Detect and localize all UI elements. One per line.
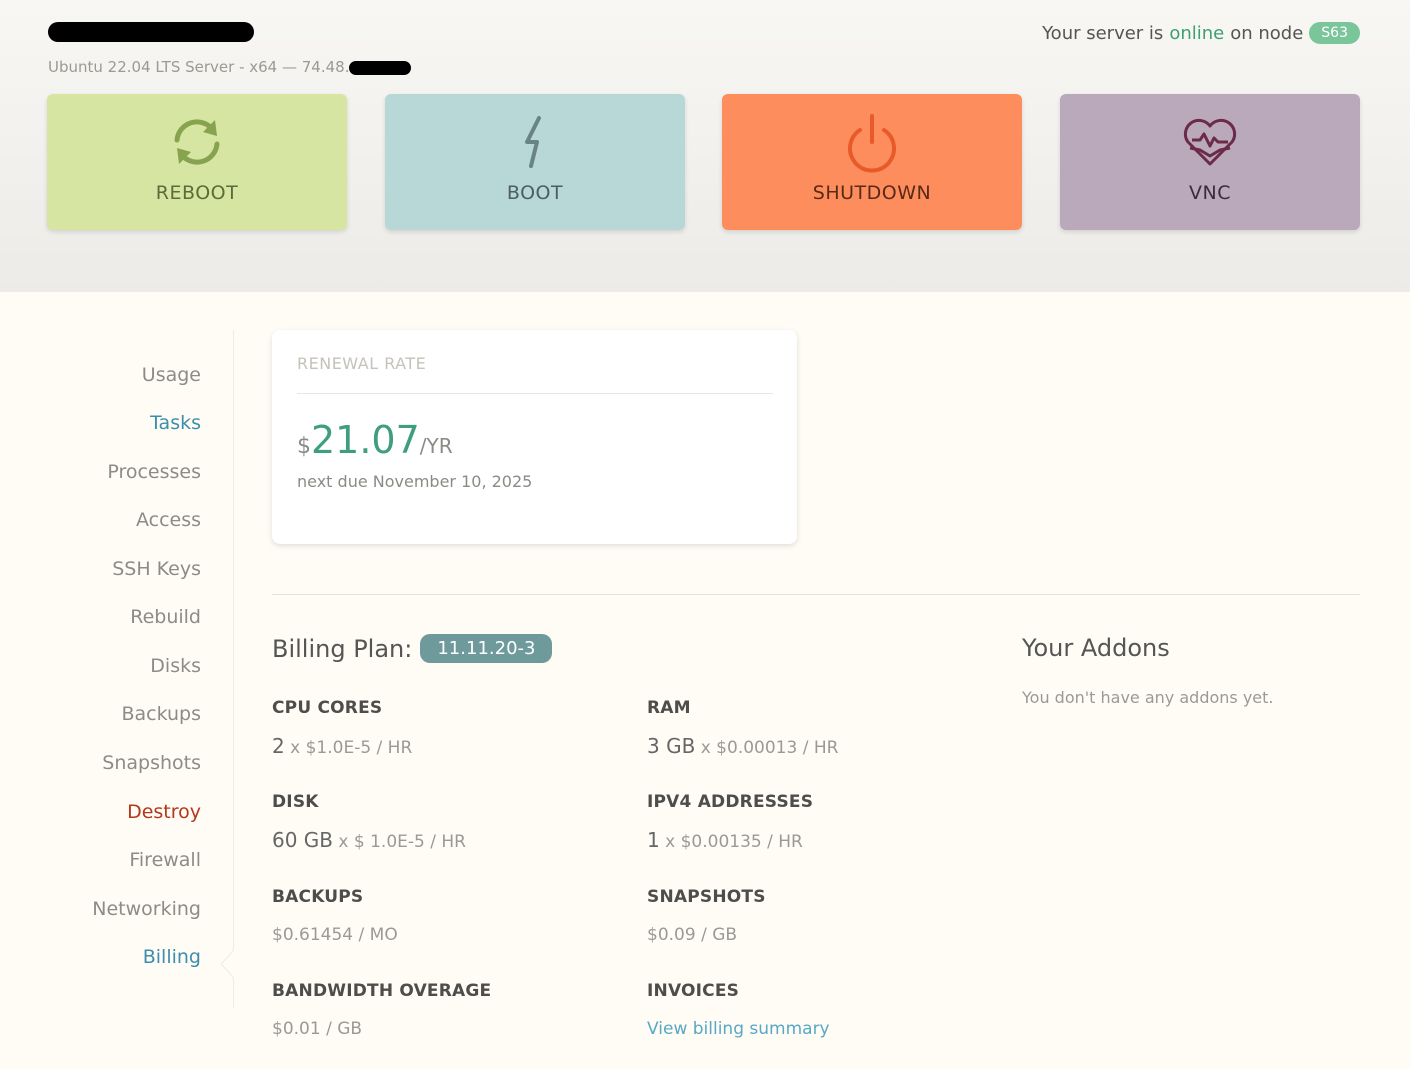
ram-rate: x $0.00013 / HR <box>695 738 839 758</box>
renewal-divider <box>297 393 773 394</box>
power-icon <box>840 110 904 174</box>
status-prefix: Your server is <box>1042 22 1164 44</box>
sidebar-item-access[interactable]: Access <box>136 509 201 531</box>
sidebar-item-billing[interactable]: Billing <box>143 946 201 968</box>
sidebar-item-processes[interactable]: Processes <box>107 461 201 483</box>
ipv4-qty: 1 <box>647 828 660 852</box>
server-status: Your server is online on node S63 <box>1042 22 1360 44</box>
renewal-next-due: next due November 10, 2025 <box>297 472 533 491</box>
cpu-cores-label: CPU CORES <box>272 698 383 718</box>
vnc-label: VNC <box>1189 182 1231 204</box>
sidebar-item-disks[interactable]: Disks <box>150 655 201 677</box>
vnc-button[interactable]: VNC <box>1060 94 1360 230</box>
ipv4-value: 1 x $0.00135 / HR <box>647 828 803 852</box>
server-hostname <box>48 18 258 46</box>
active-caret-icon <box>220 950 234 978</box>
invoices-label: INVOICES <box>647 981 740 1001</box>
server-header: Ubuntu 22.04 LTS Server - x64 — 74.48. Y… <box>0 0 1410 292</box>
sidebar-item-ssh-keys[interactable]: SSH Keys <box>112 558 201 580</box>
ram-qty: 3 GB <box>647 734 696 758</box>
cpu-cores-value: 2 x $1.0E-5 / HR <box>272 734 412 758</box>
heart-pulse-icon <box>1178 110 1242 174</box>
billing-plan-badge: 11.11.20-3 <box>420 634 553 663</box>
reboot-icon <box>165 110 229 174</box>
ram-value: 3 GB x $0.00013 / HR <box>647 734 838 758</box>
ipv4-rate: x $0.00135 / HR <box>659 832 803 852</box>
snapshots-label: SNAPSHOTS <box>647 887 766 907</box>
ipv4-label: IPV4 ADDRESSES <box>647 792 814 812</box>
lightning-icon <box>503 110 567 174</box>
sidebar-item-tasks[interactable]: Tasks <box>150 412 201 434</box>
renewal-currency: $ <box>297 434 311 459</box>
disk-value: 60 GB x $ 1.0E-5 / HR <box>272 828 466 852</box>
boot-button[interactable]: BOOT <box>385 94 685 230</box>
bandwidth-overage-value: $0.01 / GB <box>272 1019 363 1039</box>
sidebar-item-snapshots[interactable]: Snapshots <box>102 752 201 774</box>
os-info: Ubuntu 22.04 LTS Server - x64 — 74.48. <box>48 58 412 76</box>
snapshots-value: $0.09 / GB <box>647 925 738 945</box>
reboot-label: REBOOT <box>155 182 239 204</box>
shutdown-label: SHUTDOWN <box>812 182 932 204</box>
disk-rate: x $ 1.0E-5 / HR <box>333 832 466 852</box>
sidebar-item-usage[interactable]: Usage <box>142 364 201 386</box>
billing-plan-label: Billing Plan: <box>272 634 413 663</box>
renewal-rate-card: RENEWAL RATE $ 21.07 /YR next due Novemb… <box>272 330 797 544</box>
section-divider <box>272 594 1360 595</box>
disk-label: DISK <box>272 792 319 812</box>
disk-qty: 60 GB <box>272 828 334 852</box>
addons-title: Your Addons <box>1022 634 1170 662</box>
billing-plan-heading: Billing Plan: 11.11.20-3 <box>272 634 553 663</box>
sidebar-item-networking[interactable]: Networking <box>92 898 201 920</box>
cpu-cores-rate: x $1.0E-5 / HR <box>284 738 413 758</box>
renewal-period: /YR <box>419 434 453 458</box>
backups-value: $0.61454 / MO <box>272 925 398 945</box>
bandwidth-overage-label: BANDWIDTH OVERAGE <box>272 981 492 1001</box>
sidebar-item-backups[interactable]: Backups <box>121 703 201 725</box>
shutdown-button[interactable]: SHUTDOWN <box>722 94 1022 230</box>
hostname-redaction <box>48 22 254 42</box>
status-suffix: on node <box>1230 22 1304 44</box>
renewal-title: RENEWAL RATE <box>297 354 427 373</box>
sidebar-item-rebuild[interactable]: Rebuild <box>130 606 201 628</box>
ip-redaction <box>349 60 412 75</box>
ram-label: RAM <box>647 698 691 718</box>
renewal-price: $ 21.07 /YR <box>297 418 453 462</box>
sidebar-item-firewall[interactable]: Firewall <box>129 849 201 871</box>
sidebar-item-destroy[interactable]: Destroy <box>127 801 201 823</box>
node-badge: S63 <box>1309 22 1360 44</box>
status-state: online <box>1169 22 1225 44</box>
reboot-button[interactable]: REBOOT <box>47 94 347 230</box>
addons-empty-message: You don't have any addons yet. <box>1022 688 1274 707</box>
boot-label: BOOT <box>506 182 564 204</box>
renewal-amount: 21.07 <box>311 418 420 462</box>
os-info-text: Ubuntu 22.04 LTS Server - x64 — 74.48. <box>48 58 350 76</box>
view-billing-summary-link[interactable]: View billing summary <box>647 1019 830 1039</box>
backups-label: BACKUPS <box>272 887 364 907</box>
sidebar-nav: Usage Tasks Processes Access SSH Keys Re… <box>0 330 234 1008</box>
cpu-cores-qty: 2 <box>272 734 285 758</box>
